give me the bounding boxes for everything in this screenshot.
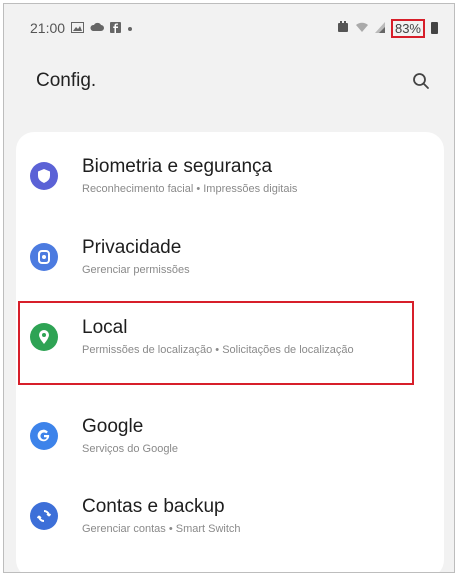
settings-item-google[interactable]: Google Serviços do Google bbox=[16, 407, 444, 457]
status-left: 21:00 bbox=[30, 20, 133, 36]
settings-item-accounts[interactable]: Contas e backup Gerenciar contas • Smart… bbox=[16, 487, 444, 537]
alarm-icon bbox=[337, 21, 349, 35]
phone-screen: 21:00 83% Config. Biometria e segurança … bbox=[3, 3, 455, 573]
google-icon bbox=[30, 422, 58, 450]
status-right: 83% bbox=[337, 18, 438, 38]
shield-icon bbox=[30, 162, 58, 190]
status-time: 21:00 bbox=[30, 20, 66, 36]
page-title: Config. bbox=[36, 70, 97, 91]
cloud-icon bbox=[90, 22, 105, 34]
facebook-icon bbox=[110, 21, 122, 35]
search-icon bbox=[413, 73, 429, 89]
dot-icon bbox=[127, 22, 133, 34]
wifi-icon bbox=[355, 22, 369, 35]
item-title: Biometria e segurança bbox=[82, 156, 273, 177]
battery-percentage: 83% bbox=[390, 18, 425, 38]
highlight-box bbox=[18, 301, 414, 385]
item-title: Contas e backup bbox=[82, 496, 225, 517]
item-subtitle: Gerenciar permissões bbox=[82, 264, 190, 276]
signal-icon bbox=[374, 21, 385, 35]
gallery-icon bbox=[71, 21, 85, 35]
item-subtitle: Gerenciar contas • Smart Switch bbox=[82, 523, 241, 535]
settings-item-biometrics[interactable]: Biometria e segurança Reconhecimento fac… bbox=[16, 147, 444, 197]
sync-icon bbox=[30, 502, 58, 530]
item-title: Google bbox=[82, 416, 144, 437]
status-bar: 21:00 83% bbox=[4, 4, 454, 52]
privacy-icon bbox=[30, 243, 58, 271]
item-subtitle: Reconhecimento facial • Impressões digit… bbox=[82, 183, 298, 195]
item-subtitle: Serviços do Google bbox=[82, 443, 178, 455]
settings-item-privacy[interactable]: Privacidade Gerenciar permissões bbox=[16, 228, 444, 278]
battery-icon bbox=[431, 22, 438, 34]
search-button[interactable] bbox=[408, 68, 434, 94]
item-title: Privacidade bbox=[82, 237, 182, 258]
app-header: Config. bbox=[4, 56, 454, 106]
